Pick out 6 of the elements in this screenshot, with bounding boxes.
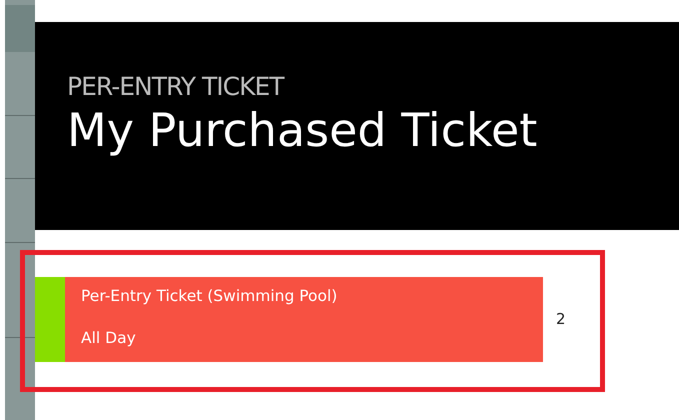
ticket-quantity: 2 (556, 309, 566, 330)
ticket-time: All Day (81, 328, 137, 349)
ticket-card[interactable]: Per-Entry Ticket (Swimming Pool) All Day (65, 277, 543, 362)
page-title: My Purchased Ticket (67, 102, 538, 158)
ticket-name: Per-Entry Ticket (Swimming Pool) (81, 286, 338, 307)
header-subtitle: PER-ENTRY TICKET (67, 72, 286, 102)
